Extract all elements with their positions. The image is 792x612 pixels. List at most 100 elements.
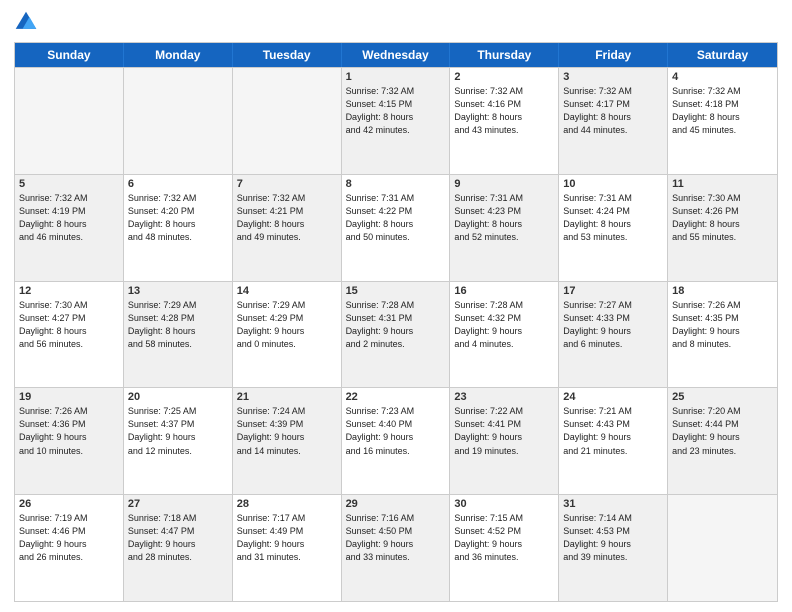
page: SundayMondayTuesdayWednesdayThursdayFrid… bbox=[0, 0, 792, 612]
logo bbox=[14, 10, 42, 34]
weekday-header: Thursday bbox=[450, 43, 559, 67]
calendar-cell bbox=[15, 68, 124, 174]
calendar-cell: 19 Sunrise: 7:26 AM Sunset: 4:36 PM Dayli… bbox=[15, 388, 124, 494]
calendar: SundayMondayTuesdayWednesdayThursdayFrid… bbox=[14, 42, 778, 602]
day-number: 27 bbox=[128, 498, 228, 510]
day-number: 11 bbox=[672, 178, 773, 190]
day-info: Sunrise: 7:29 AM Sunset: 4:29 PM Dayligh… bbox=[237, 299, 337, 351]
calendar-cell: 16Sunrise: 7:28 AM Sunset: 4:32 PM Dayli… bbox=[450, 282, 559, 388]
calendar-cell: 11Sunrise: 7:30 AM Sunset: 4:26 PM Dayli… bbox=[668, 175, 777, 281]
calendar-row: 26 Sunrise: 7:19 AM Sunset: 4:46 PM Dayli… bbox=[15, 494, 777, 601]
calendar-cell: 10 Sunrise: 7:31 AM Sunset: 4:24 PM Dayli… bbox=[559, 175, 668, 281]
weekday-header: Tuesday bbox=[233, 43, 342, 67]
day-number: 19 bbox=[19, 391, 119, 403]
calendar-cell: 27 Sunrise: 7:18 AM Sunset: 4:47 PM Dayli… bbox=[124, 495, 233, 601]
calendar-cell: 20 Sunrise: 7:25 AM Sunset: 4:37 PM Dayli… bbox=[124, 388, 233, 494]
logo-icon bbox=[14, 10, 38, 34]
day-number: 2 bbox=[454, 71, 554, 83]
day-number: 9 bbox=[454, 178, 554, 190]
calendar-body: 1 Sunrise: 7:32 AM Sunset: 4:15 PM Daylig… bbox=[15, 67, 777, 601]
day-number: 10 bbox=[563, 178, 663, 190]
day-number: 28 bbox=[237, 498, 337, 510]
calendar-cell: 24 Sunrise: 7:21 AM Sunset: 4:43 PM Dayli… bbox=[559, 388, 668, 494]
calendar-cell: 25 Sunrise: 7:20 AM Sunset: 4:44 PM Dayli… bbox=[668, 388, 777, 494]
day-number: 31 bbox=[563, 498, 663, 510]
calendar-cell: 30 Sunrise: 7:15 AM Sunset: 4:52 PM Dayli… bbox=[450, 495, 559, 601]
weekday-header: Sunday bbox=[15, 43, 124, 67]
calendar-cell: 1 Sunrise: 7:32 AM Sunset: 4:15 PM Daylig… bbox=[342, 68, 451, 174]
calendar-cell: 26 Sunrise: 7:19 AM Sunset: 4:46 PM Dayli… bbox=[15, 495, 124, 601]
calendar-row: 12Sunrise: 7:30 AM Sunset: 4:27 PM Dayli… bbox=[15, 281, 777, 388]
calendar-cell: 3 Sunrise: 7:32 AM Sunset: 4:17 PM Daylig… bbox=[559, 68, 668, 174]
calendar-row: 1 Sunrise: 7:32 AM Sunset: 4:15 PM Daylig… bbox=[15, 67, 777, 174]
day-number: 12 bbox=[19, 285, 119, 297]
day-info: Sunrise: 7:14 AM Sunset: 4:53 PM Dayligh… bbox=[563, 512, 663, 564]
calendar-cell: 2 Sunrise: 7:32 AM Sunset: 4:16 PM Daylig… bbox=[450, 68, 559, 174]
calendar-cell bbox=[233, 68, 342, 174]
day-number: 5 bbox=[19, 178, 119, 190]
day-info: Sunrise: 7:31 AM Sunset: 4:22 PM Dayligh… bbox=[346, 192, 446, 244]
day-number: 4 bbox=[672, 71, 773, 83]
calendar-cell: 29 Sunrise: 7:16 AM Sunset: 4:50 PM Dayli… bbox=[342, 495, 451, 601]
calendar-cell: 14Sunrise: 7:29 AM Sunset: 4:29 PM Dayli… bbox=[233, 282, 342, 388]
day-info: Sunrise: 7:32 AM Sunset: 4:18 PM Dayligh… bbox=[672, 85, 773, 137]
calendar-cell: 13 Sunrise: 7:29 AM Sunset: 4:28 PM Dayli… bbox=[124, 282, 233, 388]
day-info: Sunrise: 7:24 AM Sunset: 4:39 PM Dayligh… bbox=[237, 405, 337, 457]
day-info: Sunrise: 7:32 AM Sunset: 4:21 PM Dayligh… bbox=[237, 192, 337, 244]
calendar-cell: 12Sunrise: 7:30 AM Sunset: 4:27 PM Dayli… bbox=[15, 282, 124, 388]
day-info: Sunrise: 7:32 AM Sunset: 4:15 PM Dayligh… bbox=[346, 85, 446, 137]
day-info: Sunrise: 7:32 AM Sunset: 4:17 PM Dayligh… bbox=[563, 85, 663, 137]
day-number: 16 bbox=[454, 285, 554, 297]
weekday-header: Saturday bbox=[668, 43, 777, 67]
day-number: 26 bbox=[19, 498, 119, 510]
day-number: 25 bbox=[672, 391, 773, 403]
day-number: 7 bbox=[237, 178, 337, 190]
day-info: Sunrise: 7:25 AM Sunset: 4:37 PM Dayligh… bbox=[128, 405, 228, 457]
calendar-cell: 15 Sunrise: 7:28 AM Sunset: 4:31 PM Dayli… bbox=[342, 282, 451, 388]
day-number: 1 bbox=[346, 71, 446, 83]
calendar-cell: 9 Sunrise: 7:31 AM Sunset: 4:23 PM Daylig… bbox=[450, 175, 559, 281]
day-info: Sunrise: 7:17 AM Sunset: 4:49 PM Dayligh… bbox=[237, 512, 337, 564]
day-info: Sunrise: 7:15 AM Sunset: 4:52 PM Dayligh… bbox=[454, 512, 554, 564]
day-info: Sunrise: 7:28 AM Sunset: 4:31 PM Dayligh… bbox=[346, 299, 446, 351]
day-info: Sunrise: 7:16 AM Sunset: 4:50 PM Dayligh… bbox=[346, 512, 446, 564]
calendar-row: 5 Sunrise: 7:32 AM Sunset: 4:19 PM Daylig… bbox=[15, 174, 777, 281]
day-number: 22 bbox=[346, 391, 446, 403]
day-info: Sunrise: 7:23 AM Sunset: 4:40 PM Dayligh… bbox=[346, 405, 446, 457]
calendar-cell: 6Sunrise: 7:32 AM Sunset: 4:20 PM Daylig… bbox=[124, 175, 233, 281]
day-info: Sunrise: 7:19 AM Sunset: 4:46 PM Dayligh… bbox=[19, 512, 119, 564]
day-number: 24 bbox=[563, 391, 663, 403]
day-info: Sunrise: 7:26 AM Sunset: 4:36 PM Dayligh… bbox=[19, 405, 119, 457]
calendar-cell: 5 Sunrise: 7:32 AM Sunset: 4:19 PM Daylig… bbox=[15, 175, 124, 281]
day-info: Sunrise: 7:32 AM Sunset: 4:16 PM Dayligh… bbox=[454, 85, 554, 137]
day-number: 3 bbox=[563, 71, 663, 83]
day-info: Sunrise: 7:20 AM Sunset: 4:44 PM Dayligh… bbox=[672, 405, 773, 457]
day-number: 15 bbox=[346, 285, 446, 297]
day-number: 23 bbox=[454, 391, 554, 403]
day-info: Sunrise: 7:31 AM Sunset: 4:24 PM Dayligh… bbox=[563, 192, 663, 244]
calendar-cell bbox=[668, 495, 777, 601]
day-number: 30 bbox=[454, 498, 554, 510]
day-info: Sunrise: 7:21 AM Sunset: 4:43 PM Dayligh… bbox=[563, 405, 663, 457]
day-info: Sunrise: 7:29 AM Sunset: 4:28 PM Dayligh… bbox=[128, 299, 228, 351]
calendar-cell: 31 Sunrise: 7:14 AM Sunset: 4:53 PM Dayli… bbox=[559, 495, 668, 601]
day-info: Sunrise: 7:32 AM Sunset: 4:19 PM Dayligh… bbox=[19, 192, 119, 244]
day-number: 21 bbox=[237, 391, 337, 403]
day-number: 17 bbox=[563, 285, 663, 297]
day-info: Sunrise: 7:31 AM Sunset: 4:23 PM Dayligh… bbox=[454, 192, 554, 244]
calendar-cell: 21 Sunrise: 7:24 AM Sunset: 4:39 PM Dayli… bbox=[233, 388, 342, 494]
weekday-header: Monday bbox=[124, 43, 233, 67]
calendar-row: 19 Sunrise: 7:26 AM Sunset: 4:36 PM Dayli… bbox=[15, 387, 777, 494]
day-number: 20 bbox=[128, 391, 228, 403]
calendar-cell: 22 Sunrise: 7:23 AM Sunset: 4:40 PM Dayli… bbox=[342, 388, 451, 494]
calendar-cell: 8Sunrise: 7:31 AM Sunset: 4:22 PM Daylig… bbox=[342, 175, 451, 281]
calendar-cell: 23 Sunrise: 7:22 AM Sunset: 4:41 PM Dayli… bbox=[450, 388, 559, 494]
weekday-header: Friday bbox=[559, 43, 668, 67]
day-info: Sunrise: 7:26 AM Sunset: 4:35 PM Dayligh… bbox=[672, 299, 773, 351]
header bbox=[14, 10, 778, 34]
day-info: Sunrise: 7:22 AM Sunset: 4:41 PM Dayligh… bbox=[454, 405, 554, 457]
day-number: 29 bbox=[346, 498, 446, 510]
day-number: 13 bbox=[128, 285, 228, 297]
calendar-cell bbox=[124, 68, 233, 174]
day-info: Sunrise: 7:18 AM Sunset: 4:47 PM Dayligh… bbox=[128, 512, 228, 564]
